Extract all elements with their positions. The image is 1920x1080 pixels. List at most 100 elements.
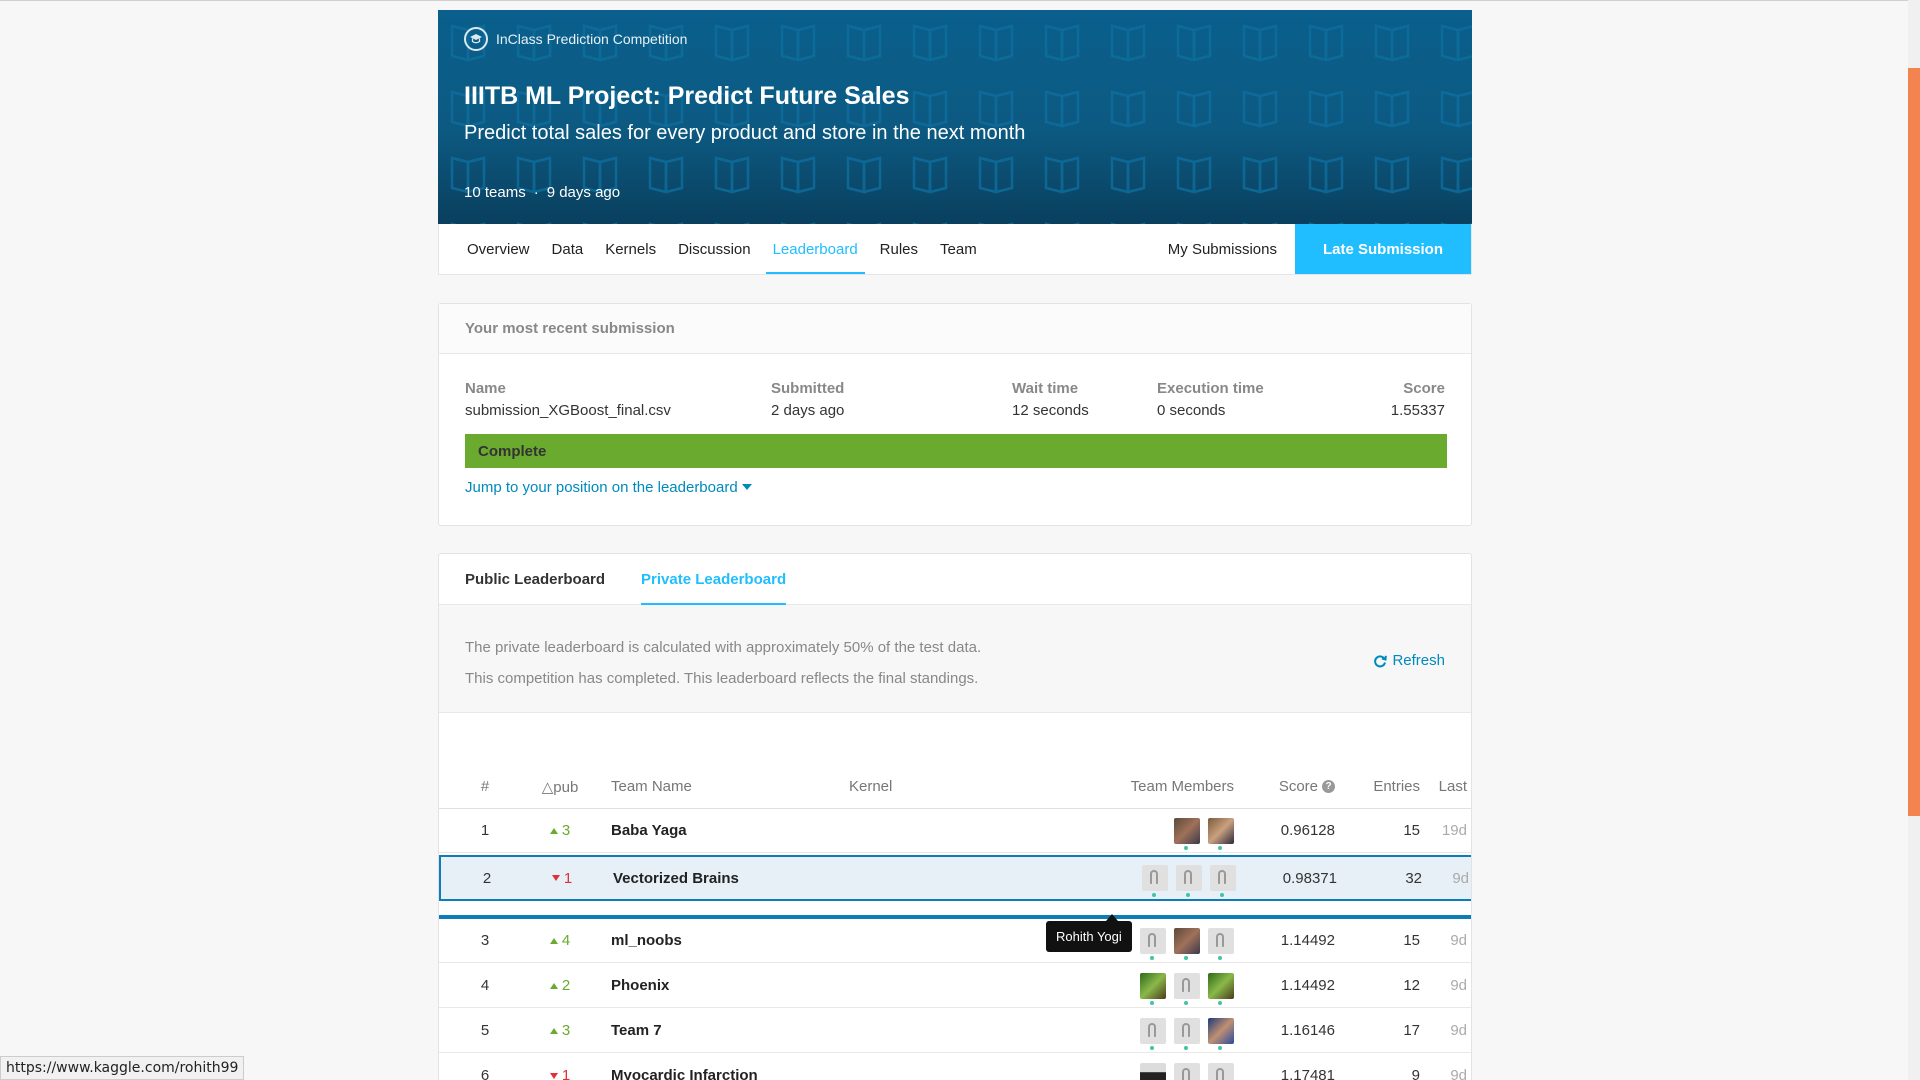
status-dot [1150,1045,1154,1050]
table-row[interactable]: 4 2 Phoenix 1.14492 12 9d [439,964,1471,1008]
member[interactable] [1208,972,1234,1005]
delta-value: 2 [561,977,571,994]
member[interactable] [1140,927,1166,960]
table-row[interactable]: 5 3 Team 7 1.16146 17 9d [439,1009,1471,1053]
member[interactable] [1208,1017,1234,1050]
tab-discussion[interactable]: Discussion [667,224,762,274]
competition-nav: Overview Data Kernels Discussion Leaderb… [438,224,1472,275]
row-last: 9d [1452,869,1469,887]
team-name[interactable]: ml_noobs [611,919,682,962]
competition-page: InClass Prediction Competition IIITB ML … [438,10,1472,1080]
member[interactable] [1174,1017,1200,1050]
refresh-button[interactable]: Refresh [1373,645,1445,676]
member[interactable] [1174,927,1200,960]
member[interactable] [1140,1062,1166,1080]
tab-leaderboard[interactable]: Leaderboard [762,224,869,274]
page-scrollbar[interactable] [1908,0,1920,1080]
default-avatar-icon [1182,1067,1190,1080]
leaderboard-card: Public Leaderboard Private Leaderboard T… [438,553,1472,1080]
tab-public-leaderboard[interactable]: Public Leaderboard [465,554,605,604]
team-name[interactable]: Phoenix [611,964,669,1007]
competition-age: 9 days ago [546,184,621,201]
member[interactable] [1208,1062,1234,1080]
member[interactable] [1140,972,1166,1005]
tab-private-leaderboard[interactable]: Private Leaderboard [641,554,787,605]
competition-subtitle: Predict total sales for every product an… [464,122,1026,144]
member[interactable] [1210,865,1236,897]
default-avatar-icon [1148,932,1156,947]
table-row[interactable]: 6 1 Myocardic Infarction 1.17481 9 9d [439,1054,1471,1080]
team-members [979,964,1234,1007]
avatar [1174,927,1200,954]
member[interactable] [1208,817,1234,850]
row-delta: 4 [535,919,585,962]
avatar [1174,1062,1200,1080]
member[interactable] [1208,927,1234,960]
table-row[interactable]: 1 3 Baba Yaga 0.96128 15 19d [439,809,1471,853]
score-value: 1.55337 [1390,402,1445,419]
default-avatar-icon [1182,1022,1190,1037]
submission-name-value: submission_XGBoost_final.csv [465,402,671,419]
competition-kind-label: InClass Prediction Competition [496,31,688,47]
link-preview-url: https://www.kaggle.com/rohith99 [0,1056,245,1080]
member[interactable] [1140,1017,1166,1050]
team-name[interactable]: Team 7 [611,1009,662,1052]
member-tooltip: Rohith Yogi [1046,914,1132,952]
row-entries: 17 [1403,1022,1420,1039]
arrow-down-icon [551,875,560,881]
row-entries: 12 [1403,977,1420,994]
tab-kernels[interactable]: Kernels [594,224,667,274]
tab-data[interactable]: Data [541,224,595,274]
table-row[interactable]: 3 4 ml_noobs 1.14492 15 9d [439,919,1471,963]
submission-execution-time: Execution time 0 seconds [1157,380,1264,419]
recent-submission-card: Your most recent submission Name submiss… [438,303,1472,526]
tab-rules[interactable]: Rules [869,224,929,274]
submitted-label: Submitted [771,380,845,397]
my-submissions-link[interactable]: My Submissions [1150,224,1295,274]
avatar [1174,972,1200,999]
member[interactable] [1142,865,1168,897]
row-rank: 4 [480,977,490,994]
tab-overview[interactable]: Overview [439,224,541,274]
status-dot [1152,893,1156,897]
competition-header: InClass Prediction Competition IIITB ML … [438,10,1472,224]
member[interactable] [1174,1062,1200,1080]
jump-link-label: Jump to your position on the leaderboard [465,479,738,496]
status-dot [1218,1000,1222,1005]
row-score: 0.98371 [1282,869,1337,887]
row-rank: 1 [480,822,490,839]
team-count: 10 teams [464,184,526,201]
delta-value: 4 [561,932,571,949]
arrow-down-icon [549,1072,558,1079]
default-avatar-icon [1150,870,1158,884]
row-entries: 15 [1403,822,1420,839]
help-icon[interactable]: ? [1322,780,1335,793]
member[interactable] [1174,972,1200,1005]
row-delta: 1 [537,857,587,899]
default-avatar-icon [1182,977,1190,992]
team-name[interactable]: Myocardic Infarction [611,1054,758,1080]
my-team-row[interactable]: 2 1 Vectorized Brains 0.98371 32 9d [439,855,1471,901]
member[interactable] [1174,817,1200,850]
row-delta: 2 [535,964,585,1007]
refresh-icon [1374,654,1388,667]
default-avatar-icon [1184,870,1192,884]
jump-to-position-link[interactable]: Jump to your position on the leaderboard [465,479,752,496]
row-entries: 9 [1411,1067,1420,1080]
late-submission-button[interactable]: Late Submission [1295,224,1471,274]
scrollbar-thumb[interactable] [1908,68,1920,816]
status-dot [1218,1045,1222,1050]
tab-team[interactable]: Team [929,224,988,274]
arrow-up-icon [549,937,558,944]
member[interactable] [1176,865,1202,897]
submission-details: Name submission_XGBoost_final.csv Submit… [439,354,1471,434]
team-name[interactable]: Baba Yaga [611,809,687,852]
team-name[interactable]: Vectorized Brains [613,857,739,899]
team-members [979,1054,1234,1080]
default-avatar-icon [1216,1067,1224,1080]
submitted-value: 2 days ago [771,402,845,419]
status-dot [1150,1000,1154,1005]
status-dot [1218,845,1222,850]
delta-value: 3 [561,822,571,839]
